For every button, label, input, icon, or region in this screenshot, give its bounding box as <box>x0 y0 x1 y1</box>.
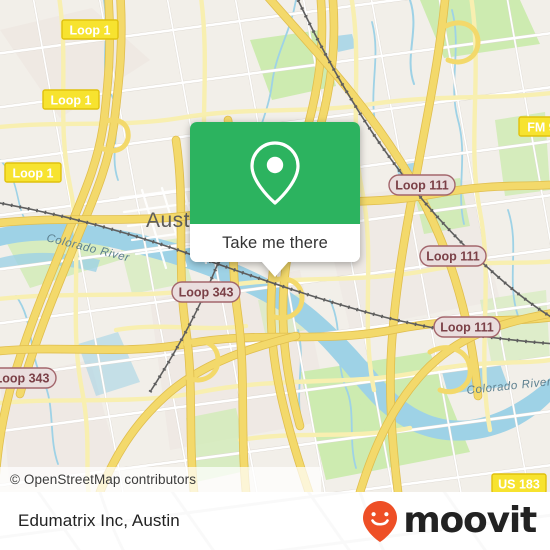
map-pin-icon <box>250 141 300 205</box>
svg-text:US 183: US 183 <box>498 478 540 492</box>
svg-text:Loop 111: Loop 111 <box>440 321 494 335</box>
place-title-text: Edumatrix Inc, Austin <box>18 511 180 530</box>
svg-text:FM 96: FM 96 <box>527 121 550 135</box>
svg-text:Loop 111: Loop 111 <box>395 179 449 193</box>
place-title: Edumatrix Inc, Austin <box>18 492 180 550</box>
map-attribution-text: © OpenStreetMap contributors <box>10 472 197 487</box>
moovit-map-page: .wtr{fill:#9ed2e6;} .wline{stroke:#9ed2e… <box>0 0 550 550</box>
svg-text:Loop 1: Loop 1 <box>13 167 54 181</box>
callout-card-header <box>190 122 360 224</box>
callout-card-body: Take me there <box>190 122 360 262</box>
svg-text:Loop 1: Loop 1 <box>70 24 111 38</box>
svg-text:Loop 343: Loop 343 <box>179 286 234 300</box>
page-footer: Edumatrix Inc, Austin moovit <box>0 492 550 550</box>
destination-callout-card[interactable]: Take me there <box>190 122 360 277</box>
take-me-there-label: Take me there <box>222 233 328 252</box>
map-attribution: © OpenStreetMap contributors <box>0 467 321 492</box>
moovit-brand[interactable]: moovit <box>360 492 537 550</box>
svg-text:Loop 111: Loop 111 <box>426 250 480 264</box>
location-pin-smiley-icon <box>363 501 398 542</box>
moovit-wordmark: moovit <box>403 500 537 541</box>
callout-card-pointer <box>261 261 289 277</box>
svg-text:Loop 343: Loop 343 <box>0 372 49 386</box>
svg-text:Loop 1: Loop 1 <box>51 94 92 108</box>
map-canvas[interactable]: .wtr{fill:#9ed2e6;} .wline{stroke:#9ed2e… <box>0 0 550 492</box>
callout-action-row[interactable]: Take me there <box>190 224 360 262</box>
